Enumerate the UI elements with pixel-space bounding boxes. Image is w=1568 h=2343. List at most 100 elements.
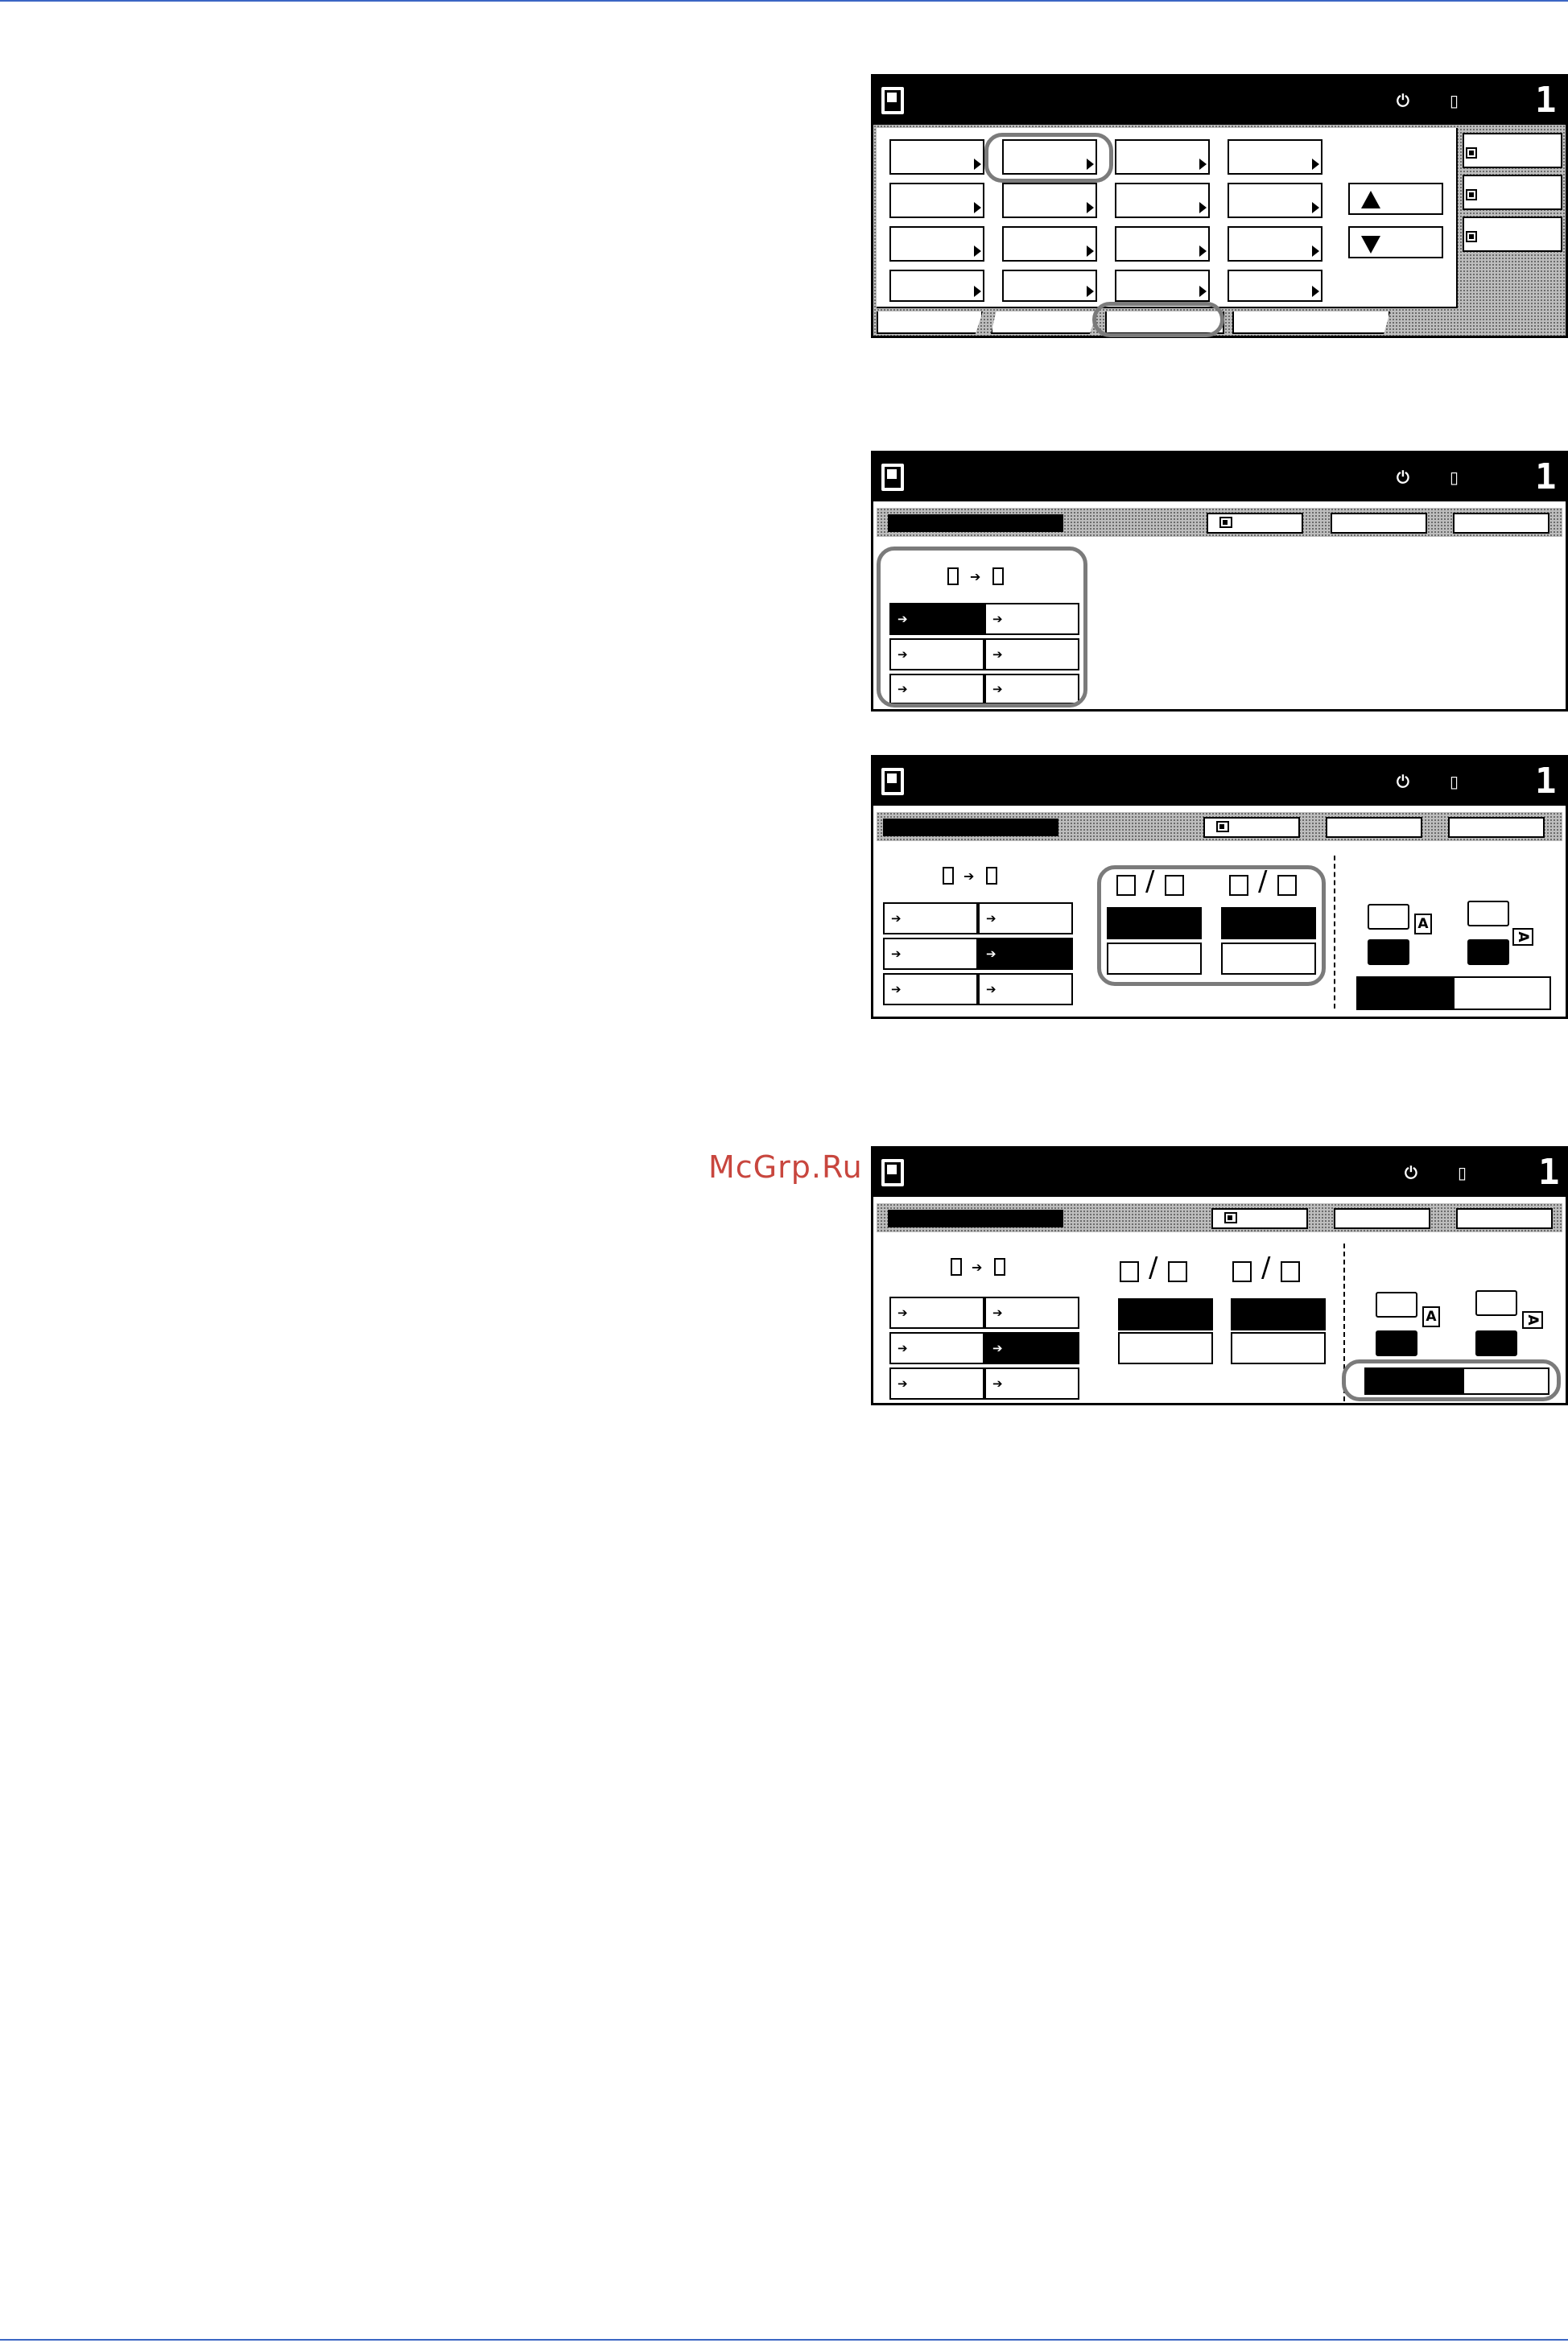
- back-button[interactable]: [1334, 1208, 1430, 1229]
- finishing-binding-option-2[interactable]: [1231, 1332, 1326, 1364]
- duplex-option-3[interactable]: ➔: [889, 1332, 984, 1364]
- orientation-option-2[interactable]: [1453, 976, 1551, 1010]
- back-button[interactable]: [1331, 513, 1427, 534]
- setting-title-bar: [888, 1210, 1063, 1227]
- tab-3[interactable]: [1105, 311, 1224, 334]
- scroll-down-button[interactable]: [1348, 226, 1443, 258]
- function-button-r4c2[interactable]: [1002, 270, 1097, 302]
- arrow-icon: ➔: [992, 1341, 1003, 1355]
- function-button-r4c4[interactable]: [1228, 270, 1322, 302]
- arrow-icon: ➔: [891, 911, 902, 926]
- back-button[interactable]: [1326, 817, 1422, 838]
- title-bar: ⏻ ▯ 1: [873, 76, 1566, 125]
- duplex-option-4[interactable]: ➔: [978, 938, 1073, 970]
- paper-icon: ▯: [1450, 772, 1459, 791]
- side-button-3[interactable]: [1463, 217, 1562, 252]
- duplex-option-6[interactable]: ➔: [984, 674, 1079, 704]
- slash-separator: /: [1149, 1252, 1158, 1284]
- orientation-top-edge-icon: [1376, 1292, 1417, 1318]
- function-button-r1c3[interactable]: [1115, 139, 1210, 175]
- original-doc-icon: [943, 867, 954, 885]
- screen-function-menu: ⏻ ▯ 1: [871, 74, 1568, 338]
- conversion-arrow-icon: ➔: [963, 868, 975, 884]
- original-binding-option-2[interactable]: [1118, 1332, 1213, 1364]
- duplex-option-6[interactable]: ➔: [984, 1367, 1079, 1400]
- side-button-2[interactable]: [1463, 175, 1562, 210]
- function-button-r2c3[interactable]: [1115, 183, 1210, 218]
- arrow-icon: ➔: [891, 982, 902, 996]
- close-button[interactable]: [1456, 1208, 1553, 1229]
- finishing-binding-option-2[interactable]: [1221, 943, 1316, 975]
- binding-right-icon: [1277, 875, 1297, 896]
- tab-4[interactable]: [1232, 311, 1390, 334]
- original-binding-option-2[interactable]: [1107, 943, 1202, 975]
- function-button-r1c1[interactable]: [889, 139, 984, 175]
- original-binding-option-1[interactable]: [1118, 1298, 1213, 1330]
- copy-doc-icon: [986, 867, 997, 885]
- duplex-option-5[interactable]: ➔: [889, 1367, 984, 1400]
- function-button-r2c4[interactable]: [1228, 183, 1322, 218]
- arrow-icon: ➔: [897, 1376, 908, 1391]
- orientation-left-edge-dark-icon: [1475, 1330, 1517, 1356]
- duplex-option-5[interactable]: ➔: [889, 674, 984, 704]
- function-button-r3c4[interactable]: [1228, 226, 1322, 262]
- arrow-icon: ➔: [992, 647, 1003, 662]
- tab-2[interactable]: [991, 311, 1097, 334]
- function-button-r2c2[interactable]: [1002, 183, 1097, 218]
- duplex-option-2[interactable]: ➔: [984, 1297, 1079, 1329]
- copy-count: 1: [1538, 1152, 1560, 1193]
- duplex-option-6[interactable]: ➔: [978, 973, 1073, 1005]
- original-binding-option-1[interactable]: [1107, 907, 1202, 939]
- function-button-r4c3[interactable]: [1115, 270, 1210, 302]
- letter-a-icon: A: [1422, 1306, 1440, 1327]
- duplex-option-2[interactable]: ➔: [978, 902, 1073, 934]
- duplex-option-5[interactable]: ➔: [883, 973, 978, 1005]
- watermark: McGrp.Ru: [708, 1149, 863, 1185]
- function-button-r1c4[interactable]: [1228, 139, 1322, 175]
- orientation-option-2[interactable]: [1463, 1367, 1549, 1395]
- function-button-r2c1[interactable]: [889, 183, 984, 218]
- arrow-icon: ➔: [897, 1341, 908, 1355]
- duplex-option-1[interactable]: ➔: [889, 1297, 984, 1329]
- duplex-option-1[interactable]: ➔: [883, 902, 978, 934]
- close-button[interactable]: [1448, 817, 1545, 838]
- copy-mode-icon: [881, 1159, 904, 1186]
- scroll-up-button[interactable]: [1348, 183, 1443, 215]
- bottom-rule: [0, 2339, 1568, 2341]
- arrow-icon: ➔: [891, 947, 902, 961]
- down-arrow-icon: [1361, 236, 1380, 254]
- screen-duplex-setting: ⏻ ▯ 1 ➔ ➔ ➔ ➔ ➔ ➔ ➔: [871, 451, 1568, 712]
- power-icon: ⏻: [1397, 468, 1409, 487]
- duplex-option-1[interactable]: ➔: [889, 603, 984, 635]
- duplex-option-2[interactable]: ➔: [984, 603, 1079, 635]
- shortcut-button[interactable]: [1211, 1208, 1308, 1229]
- arrow-icon: ➔: [992, 682, 1003, 696]
- close-button[interactable]: [1453, 513, 1549, 534]
- shortcut-icon: [1219, 517, 1232, 528]
- shortcut-button[interactable]: [1207, 513, 1303, 534]
- arrow-icon: ➔: [897, 612, 908, 626]
- duplex-option-3[interactable]: ➔: [883, 938, 978, 970]
- function-button-r4c1[interactable]: [889, 270, 984, 302]
- duplex-option-4[interactable]: ➔: [984, 1332, 1079, 1364]
- copy-mode-icon: [881, 464, 904, 491]
- shortcut-button[interactable]: [1203, 817, 1300, 838]
- copy-mode-icon: [881, 87, 904, 114]
- duplex-option-3[interactable]: ➔: [889, 638, 984, 670]
- screen-duplex-binding: ⏻ ▯ 1 ➔ ➔ ➔ ➔ ➔ ➔ ➔ / / A A: [871, 755, 1568, 1019]
- function-button-r3c1[interactable]: [889, 226, 984, 262]
- finishing-binding-option-1[interactable]: [1231, 1298, 1326, 1330]
- setting-title-bar: [888, 514, 1063, 532]
- arrow-icon: ➔: [992, 1306, 1003, 1320]
- finishing-binding-option-1[interactable]: [1221, 907, 1316, 939]
- copy-doc-icon: [994, 1258, 1005, 1276]
- binding-left-icon: [1232, 1261, 1252, 1282]
- side-button-1[interactable]: [1463, 133, 1562, 168]
- function-button-r3c2[interactable]: [1002, 226, 1097, 262]
- duplex-option-4[interactable]: ➔: [984, 638, 1079, 670]
- function-button-r3c3[interactable]: [1115, 226, 1210, 262]
- tab-1[interactable]: [877, 311, 983, 334]
- function-button-r1c2[interactable]: [1002, 139, 1097, 175]
- orientation-option-1[interactable]: [1356, 976, 1453, 1010]
- orientation-option-1[interactable]: [1364, 1367, 1463, 1395]
